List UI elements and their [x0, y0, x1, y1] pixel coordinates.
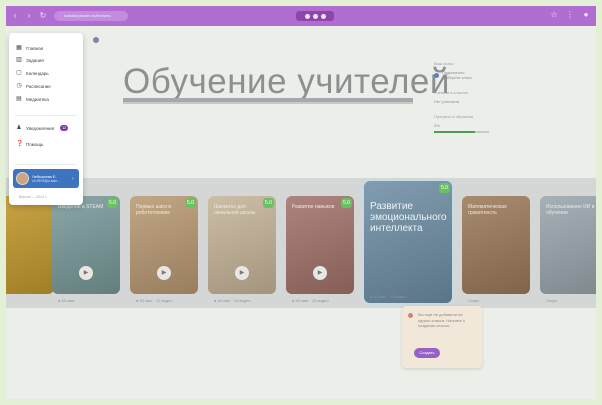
create-class-button[interactable]: Создать [414, 348, 440, 358]
menu-item-label: Медиатека [26, 96, 49, 102]
info-label: Ваш класс [434, 61, 454, 66]
extension-icon [304, 13, 310, 19]
course-meta: Скоро [546, 298, 558, 303]
progress-bar [434, 131, 489, 133]
extensions-pill[interactable] [296, 11, 334, 21]
course-card[interactable]: Первые шаги в робототехнике 5.0 ▶ [130, 196, 198, 294]
info-label: Прогресс в обучении [434, 114, 473, 119]
class-selector[interactable]: Подключить Выберите класс [434, 70, 524, 80]
course-card[interactable]: Шахматы для начальной школы 5.0 ▶ [208, 196, 276, 294]
menu-separator [15, 115, 77, 116]
course-image [364, 181, 452, 303]
info-icon [408, 313, 413, 318]
menu-item-label: Помощь [26, 141, 44, 147]
course-image [6, 196, 54, 294]
calendar-icon: ▢ [16, 70, 22, 76]
tooltip-text: Вы ещё не добавили ни одного класса. Нач… [418, 312, 466, 328]
chevron-right-icon: › [72, 175, 74, 182]
play-icon[interactable]: ▶ [235, 266, 249, 280]
clock-icon: ◷ [16, 83, 22, 89]
course-meta: ● 30 мин · 12 видео [136, 298, 173, 303]
course-meta: ● 40 мин [58, 298, 75, 303]
menu-item-label: Уведомления [26, 125, 55, 131]
menu-item-label: Главная [26, 45, 44, 51]
course-meta: Скоро [468, 298, 480, 303]
course-title: Развитие эмоционального интеллекта [370, 201, 447, 234]
menu-item-label: Расписание [26, 83, 51, 89]
play-icon[interactable]: ▶ [79, 266, 93, 280]
menu-item-1[interactable]: ▥ Задания [16, 57, 44, 63]
main-page: Обучение учителей Ваш класс Подключить В… [6, 26, 596, 399]
browser-toolbar: ‹ › ↻ scholar.yandex.ru/lectures ☆ ⋮ ● [6, 6, 596, 26]
rating-badge: 5.0 [341, 198, 352, 208]
course-title: Первые шаги в робототехнике [136, 204, 172, 216]
tooltip: Вы ещё не добавили ни одного класса. Нач… [402, 306, 482, 368]
menu-item-5[interactable]: ♟ Уведомления 12 [16, 125, 69, 131]
course-title: Шахматы для начальной школы [214, 204, 256, 216]
back-icon[interactable]: ‹ [10, 11, 20, 21]
bookmark-icon[interactable]: ☆ [550, 10, 558, 20]
rating-badge: 5.0 [185, 198, 196, 208]
course-card[interactable]: Математическая грамотность [462, 196, 530, 294]
progress-value: 0% [434, 123, 440, 128]
bell-icon: ♟ [16, 125, 22, 131]
course-title: Развитие навыков [292, 204, 335, 210]
extension-icon [312, 13, 318, 19]
menu-separator [15, 164, 77, 165]
course-meta: ● 50 мин · 10 видео [370, 294, 407, 299]
class-icon [434, 72, 439, 78]
help-icon[interactable] [93, 37, 99, 43]
menu-item-4[interactable]: ▤ Медиатека [16, 96, 49, 102]
menu-item-label: Календарь [26, 70, 49, 76]
reload-icon[interactable]: ↻ [38, 11, 48, 21]
media-icon: ▤ [16, 96, 22, 102]
menu-item-2[interactable]: ▢ Календарь [16, 70, 49, 76]
notification-badge: 12 [60, 125, 69, 131]
dashboard-icon: ▦ [16, 45, 22, 51]
info-label: Ученики в классах [434, 90, 469, 95]
avatar [16, 172, 29, 185]
menu-item-3[interactable]: ◷ Расписание [16, 83, 51, 89]
rating-badge: 5.0 [263, 198, 274, 208]
help-icon: ❓ [16, 141, 24, 147]
address-bar[interactable]: scholar.yandex.ru/lectures [54, 11, 128, 21]
forward-icon[interactable]: › [24, 11, 34, 21]
course-title: Математическая грамотность [468, 204, 507, 216]
course-card[interactable]: Развитие навыков 5.0 ▶ [286, 196, 354, 294]
menu-item-0[interactable]: ▦ Главная [16, 45, 43, 51]
progress-fill [434, 131, 476, 133]
page-title: Обучение учителей [123, 62, 450, 101]
info-sub: Нет учеников [434, 99, 459, 104]
course-meta: ● 40 мин · 10 видео [214, 298, 251, 303]
course-title: Использование ИИ в обучении [546, 204, 595, 216]
user-email: ch.9578@s.kam... [32, 178, 61, 183]
info-sub: Выберите класс [442, 75, 472, 80]
course-card[interactable] [6, 196, 54, 294]
title-underline-shadow [123, 102, 413, 104]
menu-item-6[interactable]: ❓ Помощь [16, 141, 43, 147]
play-icon[interactable]: ▶ [313, 266, 327, 280]
info-panel: Ваш класс Подключить Выберите класс Учен… [434, 61, 524, 133]
play-icon[interactable]: ▶ [157, 266, 171, 280]
profile-icon[interactable]: ● [582, 10, 590, 20]
trash-icon: ▥ [16, 57, 22, 63]
menu-item-label: Задания [26, 57, 44, 63]
rating-badge: 5.0 [107, 198, 118, 208]
popup-menu: ▦ Главная ▥ Задания ▢ Календарь ◷ Расписание ▤ Ме… [9, 33, 83, 205]
rating-badge: 5.0 [439, 183, 450, 193]
app-version: Версия — 2024.1 [19, 195, 47, 199]
course-meta: ● 40 мин · 10 видео [292, 298, 329, 303]
user-profile[interactable]: Чебышева Е. ch.9578@s.kam... › [13, 169, 79, 188]
course-card[interactable]: Введение в STEAM 5.0 ▶ [52, 196, 120, 294]
course-card[interactable]: Развитие эмоционального интеллекта 5.0 [364, 181, 452, 303]
extension-icon [320, 13, 326, 19]
browser-actions: ☆ ⋮ ● [550, 10, 590, 20]
menu-icon[interactable]: ⋮ [566, 10, 574, 20]
course-card[interactable]: Использование ИИ в обучении [540, 196, 596, 294]
